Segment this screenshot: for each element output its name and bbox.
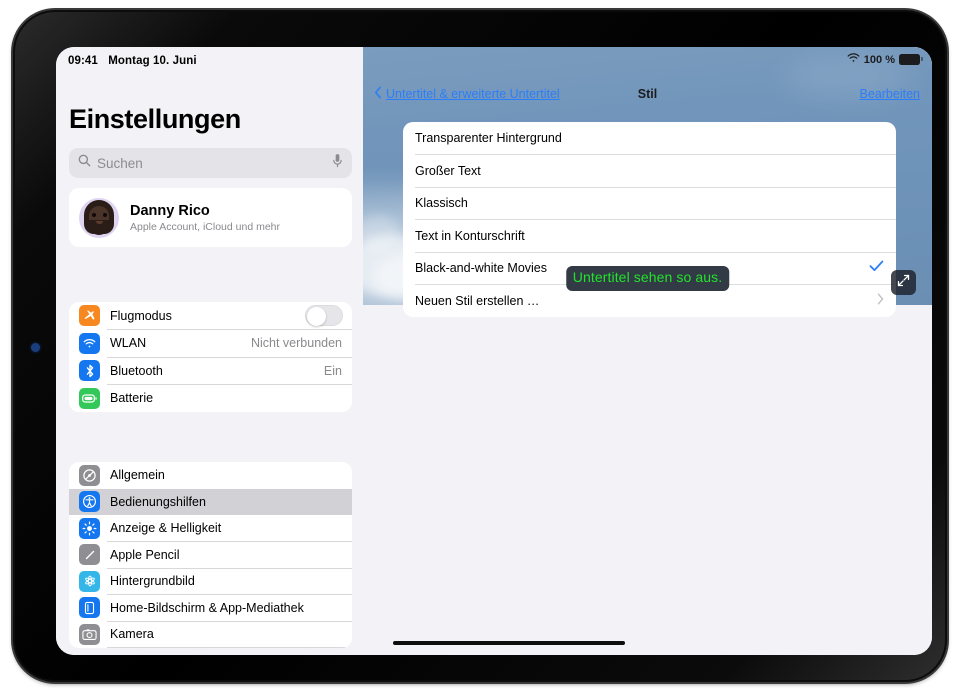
sidebar-item-label: Hintergrundbild bbox=[110, 574, 195, 589]
sidebar-item-batterie[interactable]: Batterie bbox=[69, 385, 352, 413]
sidebar-item-label: WLAN bbox=[110, 336, 147, 351]
home-screen-icon bbox=[79, 597, 100, 619]
page-title: Einstellungen bbox=[69, 104, 241, 134]
brightness-icon bbox=[79, 517, 100, 539]
style-row-text-in-konturschrift[interactable]: Text in Konturschrift bbox=[403, 220, 896, 252]
search-placeholder: Suchen bbox=[97, 155, 143, 171]
sidebar-item-bedienungshilfen[interactable]: Bedienungshilfen bbox=[69, 488, 352, 515]
sidebar-item-label: Batterie bbox=[110, 391, 154, 406]
status-date: Montag 10. Juni bbox=[108, 55, 197, 67]
style-row-label: Text in Konturschrift bbox=[415, 228, 525, 243]
wifi-icon bbox=[79, 332, 100, 354]
sidebar-item-label: Apple Pencil bbox=[110, 547, 180, 562]
sidebar-item-label: Kamera bbox=[110, 627, 154, 642]
battery-icon bbox=[79, 387, 100, 409]
account-text: Danny Rico Apple Account, iCloud und meh… bbox=[130, 203, 280, 233]
bezel-callout-dot bbox=[31, 343, 40, 352]
connectivity-group: Flugmodus WLAN Nicht verbunden Bluetooth… bbox=[69, 302, 352, 412]
sidebar-item-label: Bluetooth bbox=[110, 363, 163, 378]
style-row-label: Klassisch bbox=[415, 196, 468, 211]
account-card[interactable]: Danny Rico Apple Account, iCloud und meh… bbox=[69, 188, 352, 247]
style-row-transparenter-hintergrund[interactable]: Transparenter Hintergrund bbox=[403, 122, 896, 155]
bluetooth-status-value: Ein bbox=[323, 363, 342, 378]
home-indicator[interactable] bbox=[393, 641, 625, 645]
airplane-mode-toggle[interactable] bbox=[305, 305, 343, 327]
ipad-screen: 09:41 Montag 10. Juni Einstellungen Such… bbox=[56, 47, 932, 655]
sidebar-item-home-bildschirm[interactable]: Home-Bildschirm & App-Mediathek bbox=[69, 595, 352, 621]
bluetooth-icon bbox=[79, 360, 100, 382]
expand-arrows-icon bbox=[897, 274, 910, 292]
accessibility-icon bbox=[79, 491, 100, 513]
wlan-status-value: Nicht verbunden bbox=[250, 336, 342, 351]
chevron-right-icon bbox=[877, 292, 884, 310]
status-time: 09:41 bbox=[68, 55, 98, 67]
chevron-left-icon bbox=[374, 86, 382, 102]
back-button-label: Untertitel & erweiterte Untertitel bbox=[386, 87, 560, 101]
microphone-icon[interactable] bbox=[332, 153, 343, 173]
sidebar-item-hintergrundbild[interactable]: Hintergrundbild bbox=[69, 568, 352, 595]
style-row-grosser-text[interactable]: Großer Text bbox=[403, 155, 896, 187]
battery-percent-label: 100 % bbox=[863, 53, 895, 66]
sidebar-item-label: Allgemein bbox=[110, 468, 165, 483]
sidebar-item-label: Home-Bildschirm & App-Mediathek bbox=[110, 600, 304, 615]
caption-sample-text: Untertitel sehen so aus. bbox=[572, 269, 723, 285]
sidebar-item-label: Flugmodus bbox=[110, 308, 172, 323]
settings-sidebar: 09:41 Montag 10. Juni Einstellungen Such… bbox=[56, 47, 363, 655]
status-bar-right: 100 % bbox=[847, 53, 923, 66]
style-row-label: Neuen Stil erstellen … bbox=[415, 293, 540, 308]
sidebar-item-label: Anzeige & Helligkeit bbox=[110, 521, 222, 536]
edit-button[interactable]: Bearbeiten bbox=[860, 87, 920, 101]
status-bar-left: 09:41 Montag 10. Juni bbox=[68, 55, 197, 67]
expand-fullscreen-button[interactable] bbox=[891, 270, 916, 295]
sidebar-item-label: Bedienungshilfen bbox=[110, 494, 206, 509]
avatar bbox=[79, 197, 119, 238]
sidebar-item-allgemein[interactable]: Allgemein bbox=[69, 462, 352, 489]
device-frame: 09:41 Montag 10. Juni Einstellungen Such… bbox=[13, 10, 947, 682]
apps-group: Allgemein Bedienungshilfen Anzeige & Hel… bbox=[69, 462, 352, 648]
airplane-icon bbox=[79, 305, 100, 327]
search-icon bbox=[78, 154, 91, 172]
sidebar-item-flugmodus[interactable]: Flugmodus bbox=[69, 302, 352, 330]
search-input[interactable]: Suchen bbox=[69, 148, 352, 178]
checkmark-icon bbox=[869, 259, 884, 277]
sidebar-item-kamera[interactable]: Kamera bbox=[69, 621, 352, 648]
account-subtitle: Apple Account, iCloud und mehr bbox=[130, 220, 281, 233]
battery-full-icon bbox=[899, 54, 923, 65]
sidebar-item-apple-pencil[interactable]: Apple Pencil bbox=[69, 542, 352, 568]
back-button[interactable]: Untertitel & erweiterte Untertitel bbox=[374, 86, 560, 102]
account-row[interactable]: Danny Rico Apple Account, iCloud und meh… bbox=[69, 188, 352, 247]
detail-navbar: Untertitel & erweiterte Untertitel Stil … bbox=[363, 77, 932, 111]
wifi-icon bbox=[847, 53, 860, 66]
sidebar-item-bluetooth[interactable]: Bluetooth Ein bbox=[69, 357, 352, 385]
camera-icon bbox=[79, 623, 100, 645]
caption-sample-bubble: Untertitel sehen so aus. bbox=[565, 266, 730, 291]
style-row-label: Transparenter Hintergrund bbox=[415, 131, 562, 146]
pencil-icon bbox=[79, 544, 100, 566]
wallpaper-icon bbox=[79, 570, 100, 592]
detail-pane: 100 % Untertitel & erweiterte Untertitel… bbox=[363, 47, 932, 655]
gear-icon bbox=[79, 464, 100, 486]
sidebar-item-wlan[interactable]: WLAN Nicht verbunden bbox=[69, 330, 352, 357]
style-row-label: Großer Text bbox=[415, 163, 481, 178]
style-row-klassisch[interactable]: Klassisch bbox=[403, 187, 896, 220]
account-name: Danny Rico bbox=[130, 202, 210, 219]
sidebar-item-anzeige-helligkeit[interactable]: Anzeige & Helligkeit bbox=[69, 515, 352, 542]
